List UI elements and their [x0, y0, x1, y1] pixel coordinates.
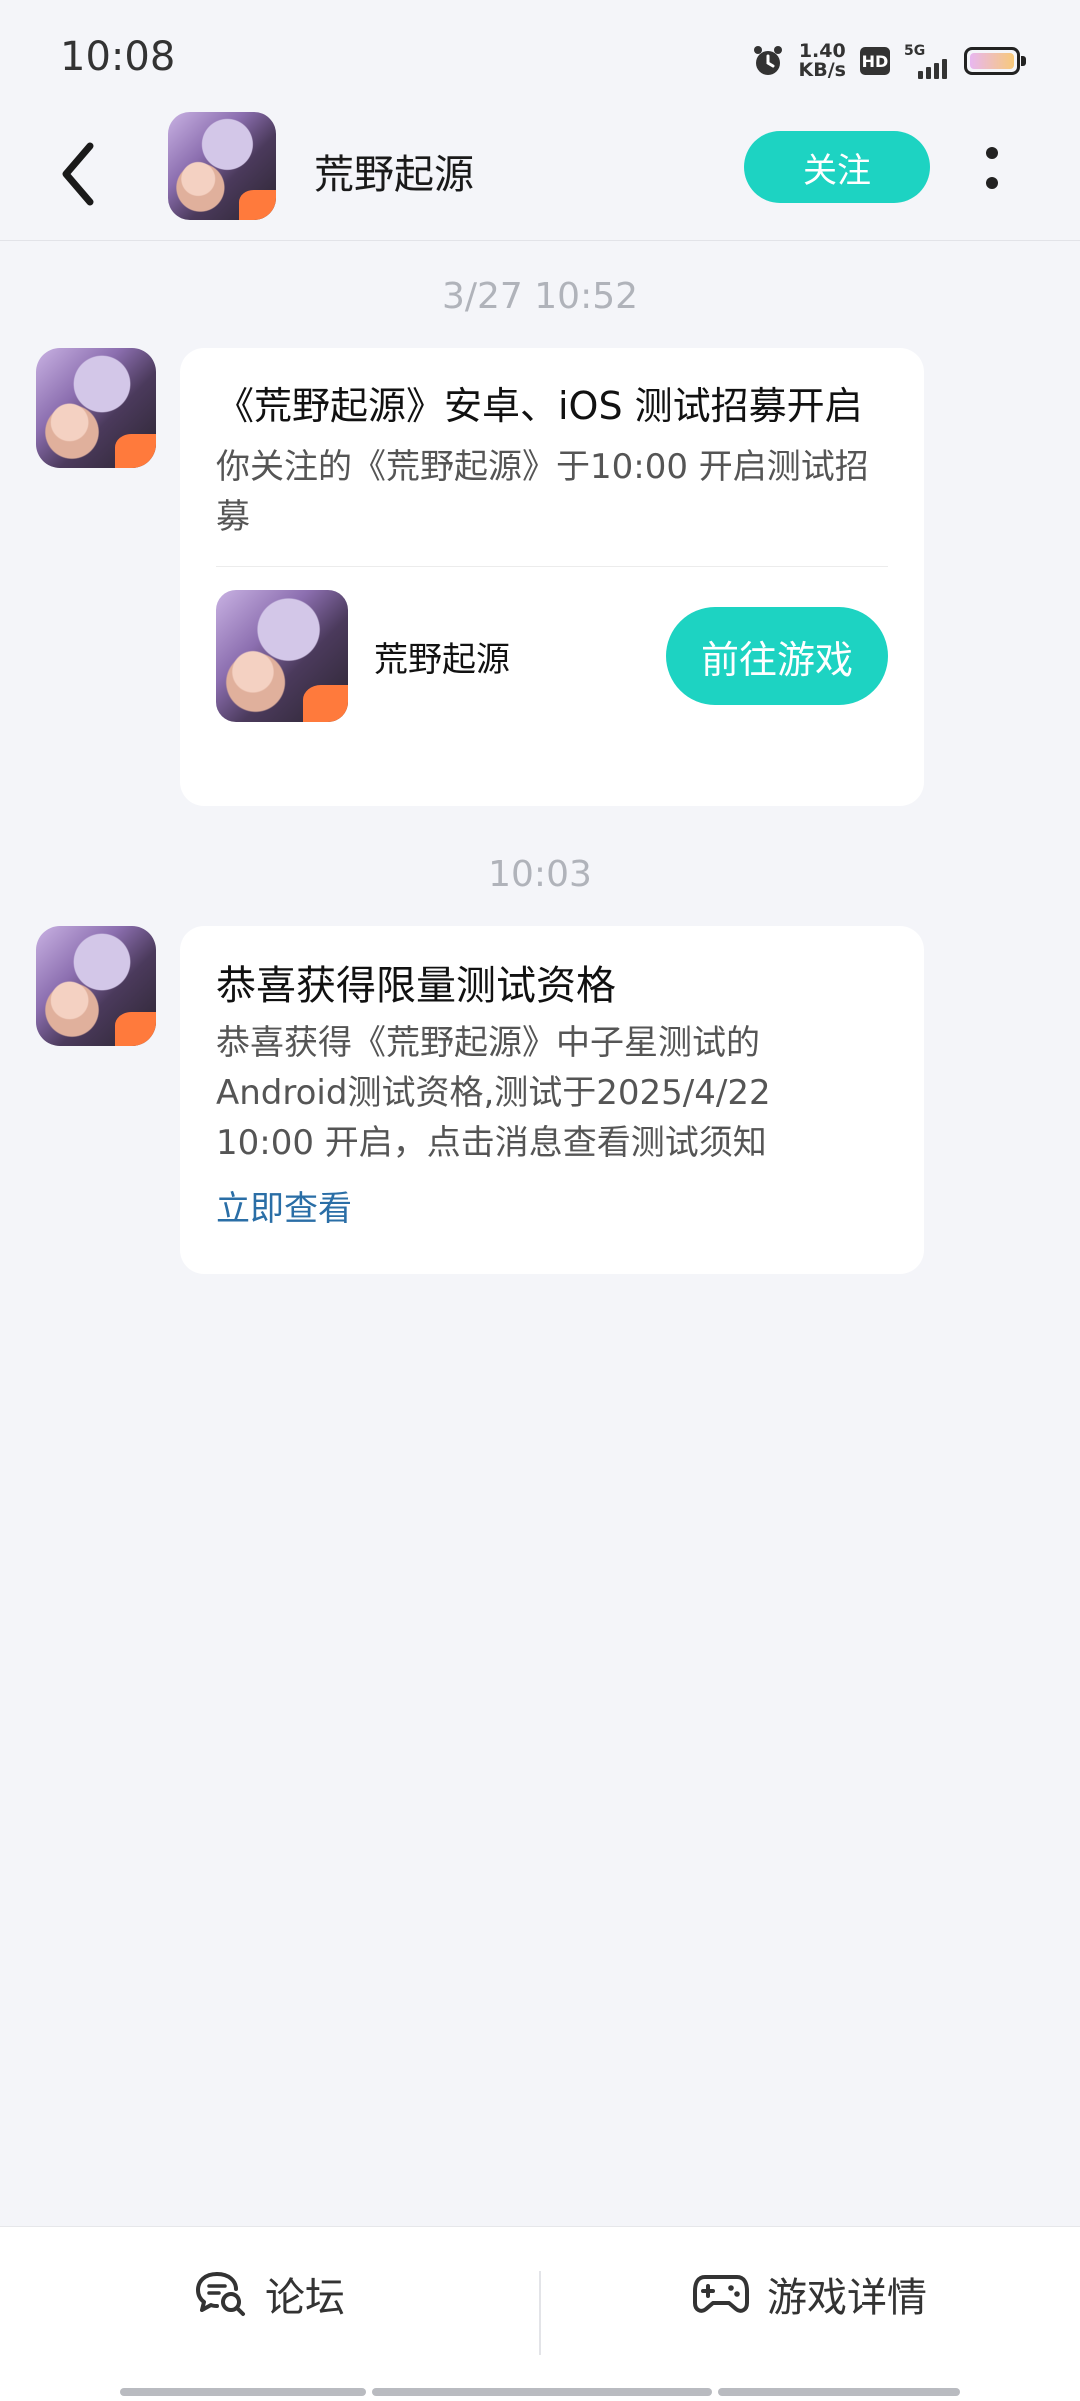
more-vertical-icon[interactable] [980, 147, 1004, 189]
status-time: 10:08 [60, 34, 176, 80]
tab-label: 游戏详情 [767, 2275, 927, 2321]
gesture-handle[interactable] [120, 2388, 960, 2396]
page-title: 荒野起源 [314, 152, 474, 198]
message-body-line: Android测试资格,测试于2025/4/22 [216, 1073, 771, 1113]
tab-forum[interactable]: 论坛 [0, 2227, 540, 2361]
message-title: 恭喜获得限量测试资格 [216, 963, 616, 1009]
message-timestamp: 10:03 [488, 854, 592, 895]
status-bar: 10:08 1.40 KB/s HD 5G [0, 0, 1080, 118]
network-type: 5G [904, 43, 926, 59]
bottom-bar: 论坛 游戏详情 [0, 2226, 1080, 2401]
alarm-icon [753, 46, 782, 75]
hd-icon: HD [860, 47, 890, 75]
game-entry[interactable]: 荒野起源 前往游戏 [216, 589, 888, 723]
sender-avatar[interactable] [36, 348, 156, 468]
chevron-left-icon [62, 142, 94, 206]
message-card[interactable]: 《荒野起源》安卓、iOS 测试招募开启 你关注的《荒野起源》于10:00 开启测… [180, 348, 924, 806]
message-body-line: 恭喜获得《荒野起源》中子星测试的 [216, 1023, 760, 1063]
network-speed-unit: KB/s [798, 59, 846, 81]
message-title: 《荒野起源》安卓、iOS 测试招募开启 [216, 384, 863, 428]
message-card[interactable]: 恭喜获得限量测试资格 恭喜获得《荒野起源》中子星测试的 Android测试资格,… [180, 926, 924, 1274]
tab-game-details[interactable]: 游戏详情 [540, 2227, 1080, 2361]
game-avatar[interactable] [168, 112, 276, 220]
message-timestamp: 3/27 10:52 [441, 276, 639, 317]
game-icon[interactable] [216, 590, 348, 722]
battery-icon [964, 47, 1026, 75]
go-to-game-button[interactable]: 前往游戏 [666, 607, 888, 705]
chat-search-icon [196, 2272, 245, 2316]
divider [216, 566, 888, 567]
signal-icon: 5G [904, 43, 950, 79]
view-now-link[interactable]: 立即查看 [216, 1184, 888, 1234]
message-body: 你关注的《荒野起源》于10:00 开启测试招募 [216, 447, 869, 537]
gamepad-icon [693, 2275, 749, 2313]
follow-button[interactable]: 关注 [744, 131, 930, 203]
status-icons: 1.40 KB/s HD 5G [751, 36, 1026, 86]
message-body-line: 10:00 开启，点击消息查看测试须知 [216, 1123, 767, 1163]
game-name: 荒野起源 [374, 639, 510, 680]
back-button[interactable] [58, 134, 118, 214]
network-speed: 1.40 KB/s [799, 42, 846, 80]
tab-label: 论坛 [265, 2275, 345, 2321]
sender-avatar[interactable] [36, 926, 156, 1046]
